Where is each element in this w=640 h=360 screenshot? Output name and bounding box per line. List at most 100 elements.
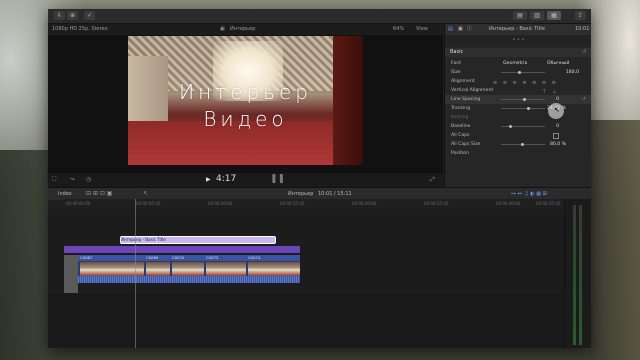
layout-icon[interactable]: ▤	[513, 11, 527, 20]
timeline-ruler[interactable]: 00:00:00:00 00:00:05:00 00:00:10:00 00:0…	[64, 199, 564, 209]
clip-name[interactable]: C0074	[248, 255, 260, 261]
line-spacing-row: Line Spacing 0 ↺	[445, 95, 591, 104]
video-frame[interactable]: Интерьер Видео	[128, 36, 363, 165]
audio-meter-right	[579, 205, 582, 345]
viewer-film-icon: ▣	[220, 26, 225, 32]
all-caps-size-label: All Caps Size	[451, 142, 481, 147]
size-slider[interactable]	[501, 71, 545, 74]
fullscreen-icon[interactable]: ⤢	[430, 176, 435, 184]
inspector-toggle-icon[interactable]: ▦	[547, 11, 561, 20]
import-icon[interactable]: ⇩	[54, 11, 65, 20]
inspector-panel: ▤ ▣ ⓘ Интерьер - Basic Title 10:01 • • •…	[444, 24, 591, 187]
reset-icon[interactable]: ↺	[582, 48, 586, 57]
font-label: Font	[451, 61, 462, 66]
ruler-label: 00:00:20:00	[352, 201, 377, 206]
vertical-alignment-row: Vertical Alignment ⊤ ⊥	[445, 86, 591, 95]
kerning-row: Kerning	[445, 113, 591, 122]
play-icon[interactable]: ▶	[206, 176, 211, 183]
clip-thumbnail[interactable]	[146, 262, 170, 276]
alignment-label: Alignment	[451, 79, 475, 84]
top-toolbar: ⇩ ⊕ ✓ ▤ ▥ ▦ ⇪	[48, 9, 591, 24]
alignment-row: Alignment ≡ ≡ ≡ ≡ ≡ ≡ ≡	[445, 77, 591, 86]
clip-name[interactable]: C0067	[80, 255, 92, 261]
format-label: 1080p HD 25p, Stereo	[52, 26, 108, 32]
baseline-row: Baseline 0	[445, 122, 591, 131]
clip-name[interactable]: C0069	[146, 255, 158, 261]
baseline-slider[interactable]	[501, 125, 545, 128]
info-inspector-icon[interactable]: ⓘ	[467, 24, 472, 35]
section-basic[interactable]: Basic ↺	[445, 48, 591, 57]
mouse-pointer-icon: ↖	[554, 106, 560, 114]
retime-icon[interactable]: ⤳	[70, 176, 75, 184]
title-overlay-line1: Интерьер	[179, 80, 312, 104]
vertical-alignment-label: Vertical Alignment	[451, 88, 494, 93]
size-row: Size 180,0	[445, 68, 591, 77]
background-foliage-left	[0, 150, 48, 360]
text-inspector-icon[interactable]: ▤	[448, 24, 453, 35]
font-style-value[interactable]: Обычный	[547, 59, 569, 68]
timeline-empty-area[interactable]	[48, 293, 564, 348]
baseline-value[interactable]: 0	[556, 122, 559, 131]
playhead[interactable]	[135, 199, 136, 348]
gap-clip[interactable]	[64, 255, 78, 293]
audio-waveform	[64, 276, 300, 283]
all-caps-size-value[interactable]: 80,0 %	[550, 140, 566, 149]
ruler-label: 00:00:15:00	[280, 201, 305, 206]
clip-thumbnail[interactable]	[172, 262, 204, 276]
viewer-header: 1080p HD 25p, Stereo ▣ Интерьер 64% View	[48, 24, 443, 35]
all-caps-label: All Caps	[451, 133, 470, 138]
app-window: ⇩ ⊕ ✓ ▤ ▥ ▦ ⇪ 1080p HD 25p, Stereo ▣ Инт…	[48, 9, 591, 348]
keyword-icon[interactable]: ⊕	[67, 11, 78, 20]
ruler-label: 00:00:10:00	[208, 201, 233, 206]
kerning-label: Kerning	[451, 115, 469, 120]
font-value[interactable]: Geometria	[503, 59, 527, 68]
view-menu[interactable]: View	[416, 24, 428, 35]
done-icon[interactable]: ✓	[84, 11, 95, 20]
position-row: Position	[445, 149, 591, 158]
audio-meters	[564, 199, 591, 348]
inspector-title: Интерьер - Basic Title	[489, 26, 545, 32]
background-foliage-right	[590, 120, 640, 360]
section-basic-label: Basic	[450, 49, 464, 55]
clip-headers: C0067 C0069 C0070 C0073 C0074	[64, 255, 300, 261]
video-inspector-icon[interactable]: ▣	[458, 24, 463, 35]
pause-icon[interactable]: ❚❚	[270, 174, 285, 184]
line-spacing-label: Line Spacing	[451, 97, 481, 102]
clip-name[interactable]: C0073	[206, 255, 218, 261]
share-icon[interactable]: ⇪	[575, 11, 586, 20]
inspector-time: 10:01	[575, 26, 590, 32]
zoom-menu[interactable]: 64%	[393, 24, 404, 35]
audio-meter-left	[573, 205, 576, 345]
transform-icon[interactable]: ⛶	[52, 176, 56, 184]
timecode-display: 4:17	[216, 174, 237, 184]
clip-thumbnail[interactable]	[248, 262, 300, 276]
ruler-label: 00:00:30:00	[496, 201, 521, 206]
all-caps-size-slider[interactable]	[501, 143, 545, 146]
title-clip-label: Интерьер - Basic Title	[121, 237, 166, 242]
tracking-row: Tracking 24,02 %	[445, 104, 591, 113]
font-row: Font Geometria Обычный	[445, 59, 591, 68]
position-label: Position	[451, 151, 469, 156]
speed-icon[interactable]: ◷	[86, 176, 91, 183]
browser-toggle-icon[interactable]: ▥	[530, 11, 544, 20]
viewer: Интерьер Видео	[48, 35, 443, 173]
baseline-label: Baseline	[451, 124, 471, 129]
ruler-label: 00:00:25:00	[424, 201, 449, 206]
storyline-bar[interactable]	[64, 246, 300, 253]
clip-name[interactable]: C0070	[172, 255, 184, 261]
inspector-header: ▤ ▣ ⓘ Интерьер - Basic Title 10:01	[445, 24, 591, 35]
line-spacing-reset-icon[interactable]: ↺	[582, 95, 586, 104]
tracking-label: Tracking	[451, 106, 471, 111]
clip-thumbnail[interactable]	[206, 262, 246, 276]
all-caps-row: All Caps	[445, 131, 591, 140]
inspector-tabs[interactable]: • • •	[445, 35, 591, 45]
title-clip[interactable]: Интерьер - Basic Title	[120, 236, 276, 244]
tracking-slider[interactable]	[501, 107, 545, 110]
primary-storyline: C0067 C0069 C0070 C0073 C0074	[64, 255, 300, 283]
all-caps-checkbox[interactable]	[553, 133, 559, 139]
size-value[interactable]: 180,0	[566, 68, 579, 77]
ruler-label: 00:00:05:00	[136, 201, 161, 206]
line-spacing-slider[interactable]	[501, 98, 545, 101]
size-label: Size	[451, 70, 461, 75]
all-caps-size-row: All Caps Size 80,0 %	[445, 140, 591, 149]
